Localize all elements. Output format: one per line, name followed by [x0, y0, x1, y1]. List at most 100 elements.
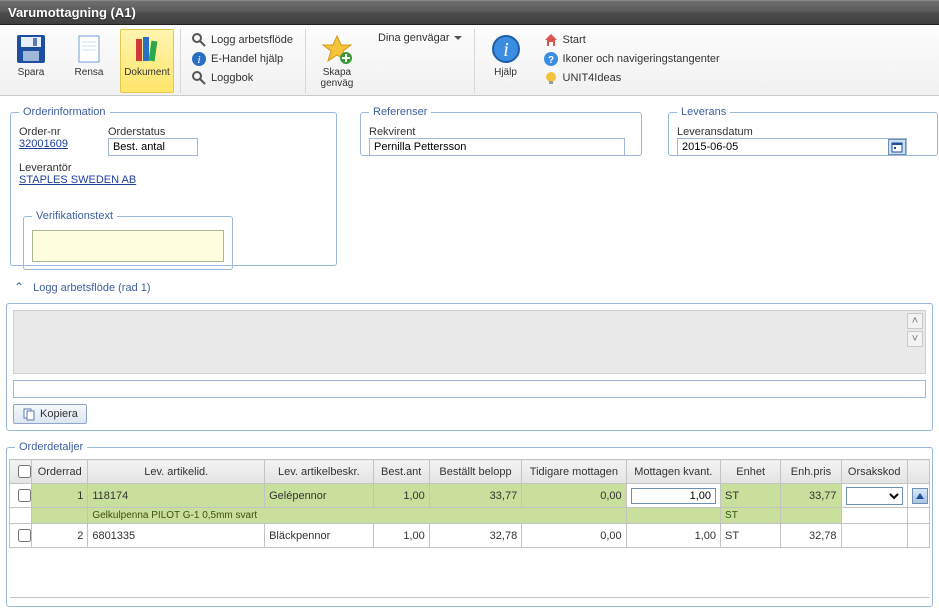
star-plus-icon — [321, 33, 353, 65]
row-expand-button[interactable] — [912, 488, 928, 504]
select-all-checkbox[interactable] — [18, 465, 31, 478]
col-enhet[interactable]: Enhet — [721, 460, 781, 484]
col-best-ant[interactable]: Best.ant — [373, 460, 429, 484]
col-orsak[interactable]: Orsakskod — [841, 460, 907, 484]
order-information-legend: Orderinformation — [19, 106, 110, 118]
unit4ideas-link[interactable]: UNIT4Ideas — [539, 69, 724, 87]
orderstatus-field[interactable] — [108, 138, 198, 156]
rekvirent-label: Rekvirent — [369, 126, 633, 138]
leverantor-label: Leverantör — [19, 162, 328, 174]
help-icon: i — [490, 33, 522, 65]
table-row[interactable]: 2 6801335 Bläckpennor 1,00 32,78 0,00 1,… — [10, 524, 930, 548]
your-shortcuts-dropdown[interactable]: Dina genvägar — [370, 31, 466, 45]
log-textarea[interactable]: ˄ ˅ — [13, 310, 926, 374]
books-icon — [131, 33, 163, 65]
collapse-icon: ⌃ — [14, 281, 24, 295]
save-button[interactable]: Spara — [4, 29, 58, 93]
document-label: Dokument — [124, 67, 170, 78]
table-empty-space — [10, 548, 930, 598]
col-tidigare[interactable]: Tidigare mottagen — [522, 460, 626, 484]
scroll-up-button[interactable]: ˄ — [907, 313, 923, 329]
copy-icon — [22, 407, 36, 421]
order-information-group: Orderinformation Order-nr 32001609 Order… — [10, 106, 337, 266]
cell-lev-artbeskr: Gelépennor — [265, 484, 373, 508]
col-mottagen[interactable]: Mottagen kvant. — [626, 460, 720, 484]
cell-lev-artid: 118174 — [88, 484, 265, 508]
rekvirent-field[interactable] — [369, 138, 625, 156]
your-shortcuts-label: Dina genvägar — [378, 32, 450, 44]
help-label: Hjälp — [494, 67, 517, 78]
cell-enhet: ST — [721, 524, 781, 548]
start-label: Start — [563, 34, 586, 46]
leverantor-link[interactable]: STAPLES SWEDEN AB — [19, 174, 136, 186]
order-details-group: Orderdetaljer Orderrad Lev. artikelid. L… — [6, 441, 933, 607]
row-checkbox[interactable] — [18, 529, 31, 542]
help-button[interactable]: i Hjälp — [479, 29, 533, 93]
cell-orderrad: 2 — [32, 524, 88, 548]
verification-text-input[interactable] — [32, 230, 224, 262]
cell-bestallt-belopp: 33,77 — [429, 484, 521, 508]
cell-orsak-select[interactable] — [846, 487, 903, 505]
references-group: Referenser Rekvirent — [360, 106, 642, 156]
page-icon — [73, 33, 105, 65]
cell-enhet: ST — [721, 484, 781, 508]
row-checkbox[interactable] — [18, 489, 31, 502]
bulb-icon — [543, 70, 559, 86]
log-input[interactable] — [13, 380, 926, 398]
log-workflow-link[interactable]: Logg arbetsflöde — [187, 31, 297, 49]
order-nr-link[interactable]: 32001609 — [19, 138, 68, 150]
log-workflow-header: Logg arbetsflöde (rad 1) — [33, 282, 150, 294]
create-shortcut-button[interactable]: Skapa genväg — [310, 29, 364, 93]
col-bestallt-belopp[interactable]: Beställt belopp — [429, 460, 521, 484]
references-legend: Referenser — [369, 106, 431, 118]
cell-bestallt-belopp: 32,78 — [429, 524, 521, 548]
save-label: Spara — [18, 67, 45, 78]
col-lev-artbeskr[interactable]: Lev. artikelbeskr. — [265, 460, 373, 484]
icons-nav-label: Ikoner och navigeringstangenter — [563, 53, 720, 65]
verification-text-legend: Verifikationstext — [32, 210, 117, 222]
icons-nav-link[interactable]: ? Ikoner och navigeringstangenter — [539, 50, 724, 68]
order-nr-label: Order-nr — [19, 126, 68, 138]
scroll-down-button[interactable]: ˅ — [907, 331, 923, 347]
ehandel-help-link[interactable]: i E-Handel hjälp — [187, 50, 297, 68]
copy-button[interactable]: Kopiera — [13, 404, 87, 424]
table-row[interactable]: 1 118174 Gelépennor 1,00 33,77 0,00 ST 3… — [10, 484, 930, 508]
col-lev-artid[interactable]: Lev. artikelid. — [88, 460, 265, 484]
cell-lev-artid-sub: Gelkulpenna PILOT G-1 0,5mm svart — [88, 508, 626, 524]
loggbok-label: Loggbok — [211, 72, 253, 84]
info-icon: i — [191, 51, 207, 67]
document-button[interactable]: Dokument — [120, 29, 174, 93]
cell-enh-pris: 32,78 — [781, 524, 841, 548]
delivery-legend: Leverans — [677, 106, 730, 118]
log-workflow-panel: ˄ ˅ Kopiera — [6, 303, 933, 431]
ribbon: Spara Rensa Dokument Logg arbetsflöde i … — [0, 25, 939, 96]
home-icon — [543, 32, 559, 48]
cell-tidigare: 0,00 — [522, 524, 626, 548]
cell-best-ant: 1,00 — [373, 524, 429, 548]
cell-mottagen-input[interactable] — [631, 488, 716, 504]
loggbok-link[interactable]: Loggbok — [187, 69, 297, 87]
order-details-table: Orderrad Lev. artikelid. Lev. artikelbes… — [9, 459, 930, 598]
cell-lev-artid: 6801335 — [88, 524, 265, 548]
clear-label: Rensa — [75, 67, 104, 78]
chevron-down-icon — [454, 36, 462, 40]
delivery-group: Leverans Leveransdatum — [668, 106, 938, 156]
svg-text:i: i — [503, 39, 509, 61]
copy-label: Kopiera — [40, 408, 78, 420]
log-workflow-toggle[interactable]: ⌃ Logg arbetsflöde (rad 1) — [6, 276, 933, 299]
clear-button[interactable]: Rensa — [62, 29, 116, 93]
magnifier-icon — [191, 70, 207, 86]
verification-text-group: Verifikationstext — [23, 210, 233, 270]
delivery-date-field[interactable] — [677, 138, 907, 156]
floppy-icon — [15, 33, 47, 65]
svg-text:i: i — [197, 54, 200, 66]
col-orderrad[interactable]: Orderrad — [32, 460, 88, 484]
start-link[interactable]: Start — [539, 31, 724, 49]
ehandel-help-label: E-Handel hjälp — [211, 53, 283, 65]
delivery-date-label: Leveransdatum — [677, 126, 929, 138]
calendar-button[interactable] — [888, 139, 906, 155]
cell-enh-pris: 33,77 — [781, 484, 841, 508]
cell-best-ant: 1,00 — [373, 484, 429, 508]
col-enh-pris[interactable]: Enh.pris — [781, 460, 841, 484]
cell-tidigare: 0,00 — [522, 484, 626, 508]
